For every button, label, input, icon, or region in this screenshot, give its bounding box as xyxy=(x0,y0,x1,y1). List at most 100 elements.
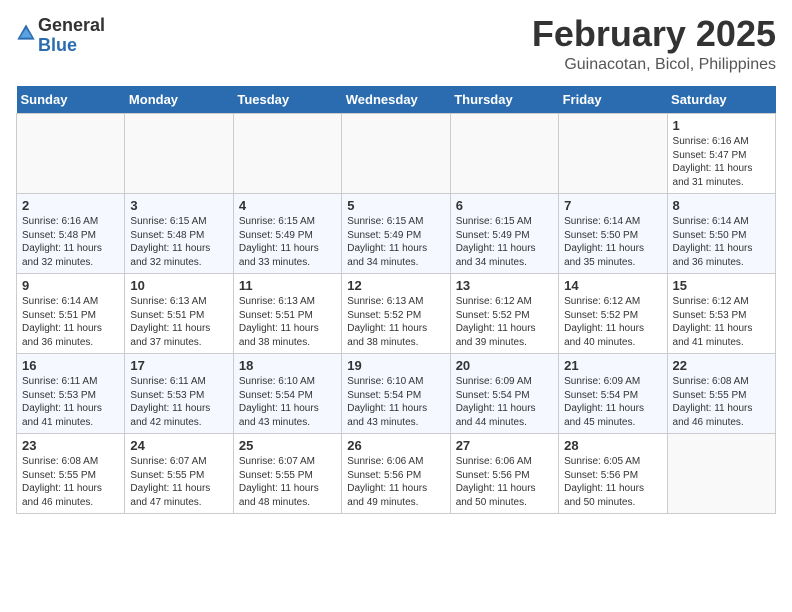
day-info: Sunrise: 6:15 AMSunset: 5:49 PMDaylight:… xyxy=(456,215,553,269)
logo: General Blue xyxy=(16,16,105,56)
calendar-cell: 20 Sunrise: 6:09 AMSunset: 5:54 PMDayligh… xyxy=(450,354,558,434)
calendar-cell: 24 Sunrise: 6:07 AMSunset: 5:55 PMDayligh… xyxy=(125,434,233,514)
day-info: Sunrise: 6:07 AMSunset: 5:55 PMDaylight:… xyxy=(239,455,336,509)
day-info: Sunrise: 6:08 AMSunset: 5:55 PMDaylight:… xyxy=(673,375,770,429)
day-number: 20 xyxy=(456,358,553,373)
calendar-cell: 2 Sunrise: 6:16 AMSunset: 5:48 PMDaylight… xyxy=(17,194,125,274)
week-row-2: 2 Sunrise: 6:16 AMSunset: 5:48 PMDaylight… xyxy=(17,194,776,274)
day-info: Sunrise: 6:12 AMSunset: 5:53 PMDaylight:… xyxy=(673,295,770,349)
day-info: Sunrise: 6:06 AMSunset: 5:56 PMDaylight:… xyxy=(456,455,553,509)
day-info: Sunrise: 6:16 AMSunset: 5:47 PMDaylight:… xyxy=(673,135,770,189)
calendar-cell xyxy=(667,434,775,514)
calendar-cell: 25Sunrise: 6:07 AMSunset: 5:55 PMDayligh… xyxy=(233,434,341,514)
calendar-cell xyxy=(450,114,558,194)
title-block: February 2025 Guinacotan, Bicol, Philipp… xyxy=(532,16,776,74)
day-number: 6 xyxy=(456,198,553,213)
day-info: Sunrise: 6:13 AMSunset: 5:52 PMDaylight:… xyxy=(347,295,444,349)
calendar-cell: 7 Sunrise: 6:14 AMSunset: 5:50 PMDaylight… xyxy=(559,194,667,274)
day-info: Sunrise: 6:06 AMSunset: 5:56 PMDaylight:… xyxy=(347,455,444,509)
day-info: Sunrise: 6:16 AMSunset: 5:48 PMDaylight:… xyxy=(22,215,119,269)
day-number: 26 xyxy=(347,438,444,453)
calendar-title: February 2025 xyxy=(532,16,776,52)
calendar-cell: 14Sunrise: 6:12 AMSunset: 5:52 PMDayligh… xyxy=(559,274,667,354)
calendar-cell: 19Sunrise: 6:10 AMSunset: 5:54 PMDayligh… xyxy=(342,354,450,434)
day-info: Sunrise: 6:15 AMSunset: 5:48 PMDaylight:… xyxy=(130,215,227,269)
day-info: Sunrise: 6:15 AMSunset: 5:49 PMDaylight:… xyxy=(347,215,444,269)
day-number: 18 xyxy=(239,358,336,373)
day-info: Sunrise: 6:14 AMSunset: 5:50 PMDaylight:… xyxy=(564,215,661,269)
calendar-cell: 16 Sunrise: 6:11 AMSunset: 5:53 PMDayligh… xyxy=(17,354,125,434)
day-number: 1 xyxy=(673,118,770,133)
calendar-table: SundayMondayTuesdayWednesdayThursdayFrid… xyxy=(16,86,776,514)
calendar-cell: 22 Sunrise: 6:08 AMSunset: 5:55 PMDayligh… xyxy=(667,354,775,434)
day-number: 3 xyxy=(130,198,227,213)
calendar-subtitle: Guinacotan, Bicol, Philippines xyxy=(532,56,776,74)
day-info: Sunrise: 6:13 AMSunset: 5:51 PMDaylight:… xyxy=(130,295,227,349)
day-number: 28 xyxy=(564,438,661,453)
calendar-cell: 8 Sunrise: 6:14 AMSunset: 5:50 PMDaylight… xyxy=(667,194,775,274)
calendar-cell: 27 Sunrise: 6:06 AMSunset: 5:56 PMDayligh… xyxy=(450,434,558,514)
logo-blue-text: Blue xyxy=(38,35,77,55)
weekday-header-friday: Friday xyxy=(559,86,667,114)
week-row-1: 1 Sunrise: 6:16 AMSunset: 5:47 PMDaylight… xyxy=(17,114,776,194)
calendar-cell xyxy=(233,114,341,194)
day-info: Sunrise: 6:14 AMSunset: 5:51 PMDaylight:… xyxy=(22,295,119,349)
calendar-cell xyxy=(342,114,450,194)
day-number: 22 xyxy=(673,358,770,373)
calendar-cell: 13Sunrise: 6:12 AMSunset: 5:52 PMDayligh… xyxy=(450,274,558,354)
day-info: Sunrise: 6:13 AMSunset: 5:51 PMDaylight:… xyxy=(239,295,336,349)
calendar-cell: 3 Sunrise: 6:15 AMSunset: 5:48 PMDaylight… xyxy=(125,194,233,274)
calendar-cell: 26 Sunrise: 6:06 AMSunset: 5:56 PMDayligh… xyxy=(342,434,450,514)
day-number: 21 xyxy=(564,358,661,373)
calendar-cell: 21Sunrise: 6:09 AMSunset: 5:54 PMDayligh… xyxy=(559,354,667,434)
day-info: Sunrise: 6:11 AMSunset: 5:53 PMDaylight:… xyxy=(130,375,227,429)
day-number: 10 xyxy=(130,278,227,293)
calendar-cell: 9Sunrise: 6:14 AMSunset: 5:51 PMDaylight… xyxy=(17,274,125,354)
day-info: Sunrise: 6:10 AMSunset: 5:54 PMDaylight:… xyxy=(239,375,336,429)
day-number: 12 xyxy=(347,278,444,293)
week-row-3: 9Sunrise: 6:14 AMSunset: 5:51 PMDaylight… xyxy=(17,274,776,354)
calendar-cell xyxy=(559,114,667,194)
calendar-cell: 5 Sunrise: 6:15 AMSunset: 5:49 PMDaylight… xyxy=(342,194,450,274)
calendar-cell: 28 Sunrise: 6:05 AMSunset: 5:56 PMDayligh… xyxy=(559,434,667,514)
day-number: 23 xyxy=(22,438,119,453)
day-number: 5 xyxy=(347,198,444,213)
week-row-5: 23 Sunrise: 6:08 AMSunset: 5:55 PMDayligh… xyxy=(17,434,776,514)
day-number: 27 xyxy=(456,438,553,453)
day-info: Sunrise: 6:14 AMSunset: 5:50 PMDaylight:… xyxy=(673,215,770,269)
calendar-cell: 18 Sunrise: 6:10 AMSunset: 5:54 PMDayligh… xyxy=(233,354,341,434)
weekday-header-thursday: Thursday xyxy=(450,86,558,114)
day-number: 15 xyxy=(673,278,770,293)
day-info: Sunrise: 6:08 AMSunset: 5:55 PMDaylight:… xyxy=(22,455,119,509)
calendar-body: 1 Sunrise: 6:16 AMSunset: 5:47 PMDaylight… xyxy=(17,114,776,514)
day-number: 8 xyxy=(673,198,770,213)
page-header: General Blue February 2025 Guinacotan, B… xyxy=(16,16,776,74)
weekday-header-sunday: Sunday xyxy=(17,86,125,114)
calendar-cell: 17 Sunrise: 6:11 AMSunset: 5:53 PMDayligh… xyxy=(125,354,233,434)
day-number: 16 xyxy=(22,358,119,373)
day-info: Sunrise: 6:05 AMSunset: 5:56 PMDaylight:… xyxy=(564,455,661,509)
calendar-cell: 11 Sunrise: 6:13 AMSunset: 5:51 PMDayligh… xyxy=(233,274,341,354)
day-info: Sunrise: 6:10 AMSunset: 5:54 PMDaylight:… xyxy=(347,375,444,429)
day-number: 4 xyxy=(239,198,336,213)
day-info: Sunrise: 6:11 AMSunset: 5:53 PMDaylight:… xyxy=(22,375,119,429)
day-number: 11 xyxy=(239,278,336,293)
day-number: 24 xyxy=(130,438,227,453)
calendar-cell: 23 Sunrise: 6:08 AMSunset: 5:55 PMDayligh… xyxy=(17,434,125,514)
day-info: Sunrise: 6:07 AMSunset: 5:55 PMDaylight:… xyxy=(130,455,227,509)
weekday-header-saturday: Saturday xyxy=(667,86,775,114)
calendar-cell: 15 Sunrise: 6:12 AMSunset: 5:53 PMDayligh… xyxy=(667,274,775,354)
week-row-4: 16 Sunrise: 6:11 AMSunset: 5:53 PMDayligh… xyxy=(17,354,776,434)
calendar-cell xyxy=(125,114,233,194)
calendar-cell: 1 Sunrise: 6:16 AMSunset: 5:47 PMDaylight… xyxy=(667,114,775,194)
weekday-header-monday: Monday xyxy=(125,86,233,114)
logo-icon xyxy=(16,23,36,43)
day-number: 2 xyxy=(22,198,119,213)
day-info: Sunrise: 6:09 AMSunset: 5:54 PMDaylight:… xyxy=(456,375,553,429)
day-number: 7 xyxy=(564,198,661,213)
calendar-cell: 12 Sunrise: 6:13 AMSunset: 5:52 PMDayligh… xyxy=(342,274,450,354)
logo-general-text: General xyxy=(38,15,105,35)
day-number: 17 xyxy=(130,358,227,373)
weekday-header-wednesday: Wednesday xyxy=(342,86,450,114)
day-number: 14 xyxy=(564,278,661,293)
